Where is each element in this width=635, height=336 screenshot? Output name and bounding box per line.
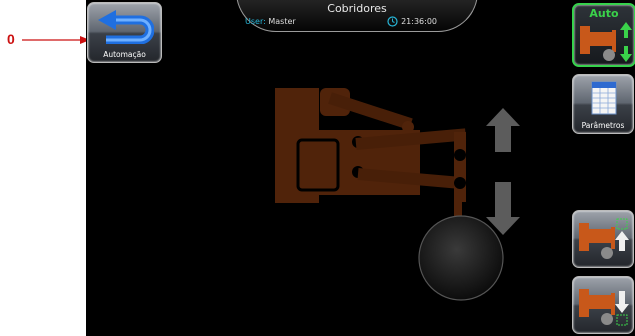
- parametros-label: Parâmetros: [581, 121, 625, 130]
- clock-icon: [387, 16, 398, 27]
- arm-raise-button[interactable]: [572, 210, 634, 268]
- user-name: Master: [268, 17, 296, 26]
- back-arrow-icon: [98, 10, 154, 44]
- machine-illustration: [275, 88, 520, 301]
- parametros-button[interactable]: Parâmetros: [572, 74, 634, 134]
- arm-down-icon: [486, 182, 520, 235]
- page-title: Cobridores: [327, 2, 387, 15]
- auto-label: Auto: [589, 7, 619, 20]
- clock-time: 21:36:00: [401, 17, 437, 26]
- arm-up-button-icon: [579, 218, 629, 259]
- auto-mode-button[interactable]: Auto: [572, 3, 635, 67]
- document-grid-icon: [591, 81, 617, 115]
- ball-icon: [418, 215, 504, 301]
- user-info: User: Master: [245, 17, 296, 26]
- arm-lower-button[interactable]: [572, 276, 634, 334]
- arm-down-button-icon: [579, 289, 629, 326]
- hmi-screen: Cobridores User: Master 21:36:00 Automaç…: [86, 0, 635, 336]
- auto-machine-icon: [580, 22, 632, 62]
- callout-arrow-icon: [22, 36, 90, 44]
- back-button-label: Automação: [103, 50, 146, 59]
- back-automacao-button[interactable]: Automação: [87, 2, 162, 63]
- callout-number: 0: [7, 31, 15, 47]
- arm-up-icon: [486, 108, 520, 152]
- header-bar: Cobridores User: Master 21:36:00: [236, 0, 478, 32]
- clock-display: 21:36:00: [387, 16, 437, 27]
- user-label: User:: [245, 17, 266, 26]
